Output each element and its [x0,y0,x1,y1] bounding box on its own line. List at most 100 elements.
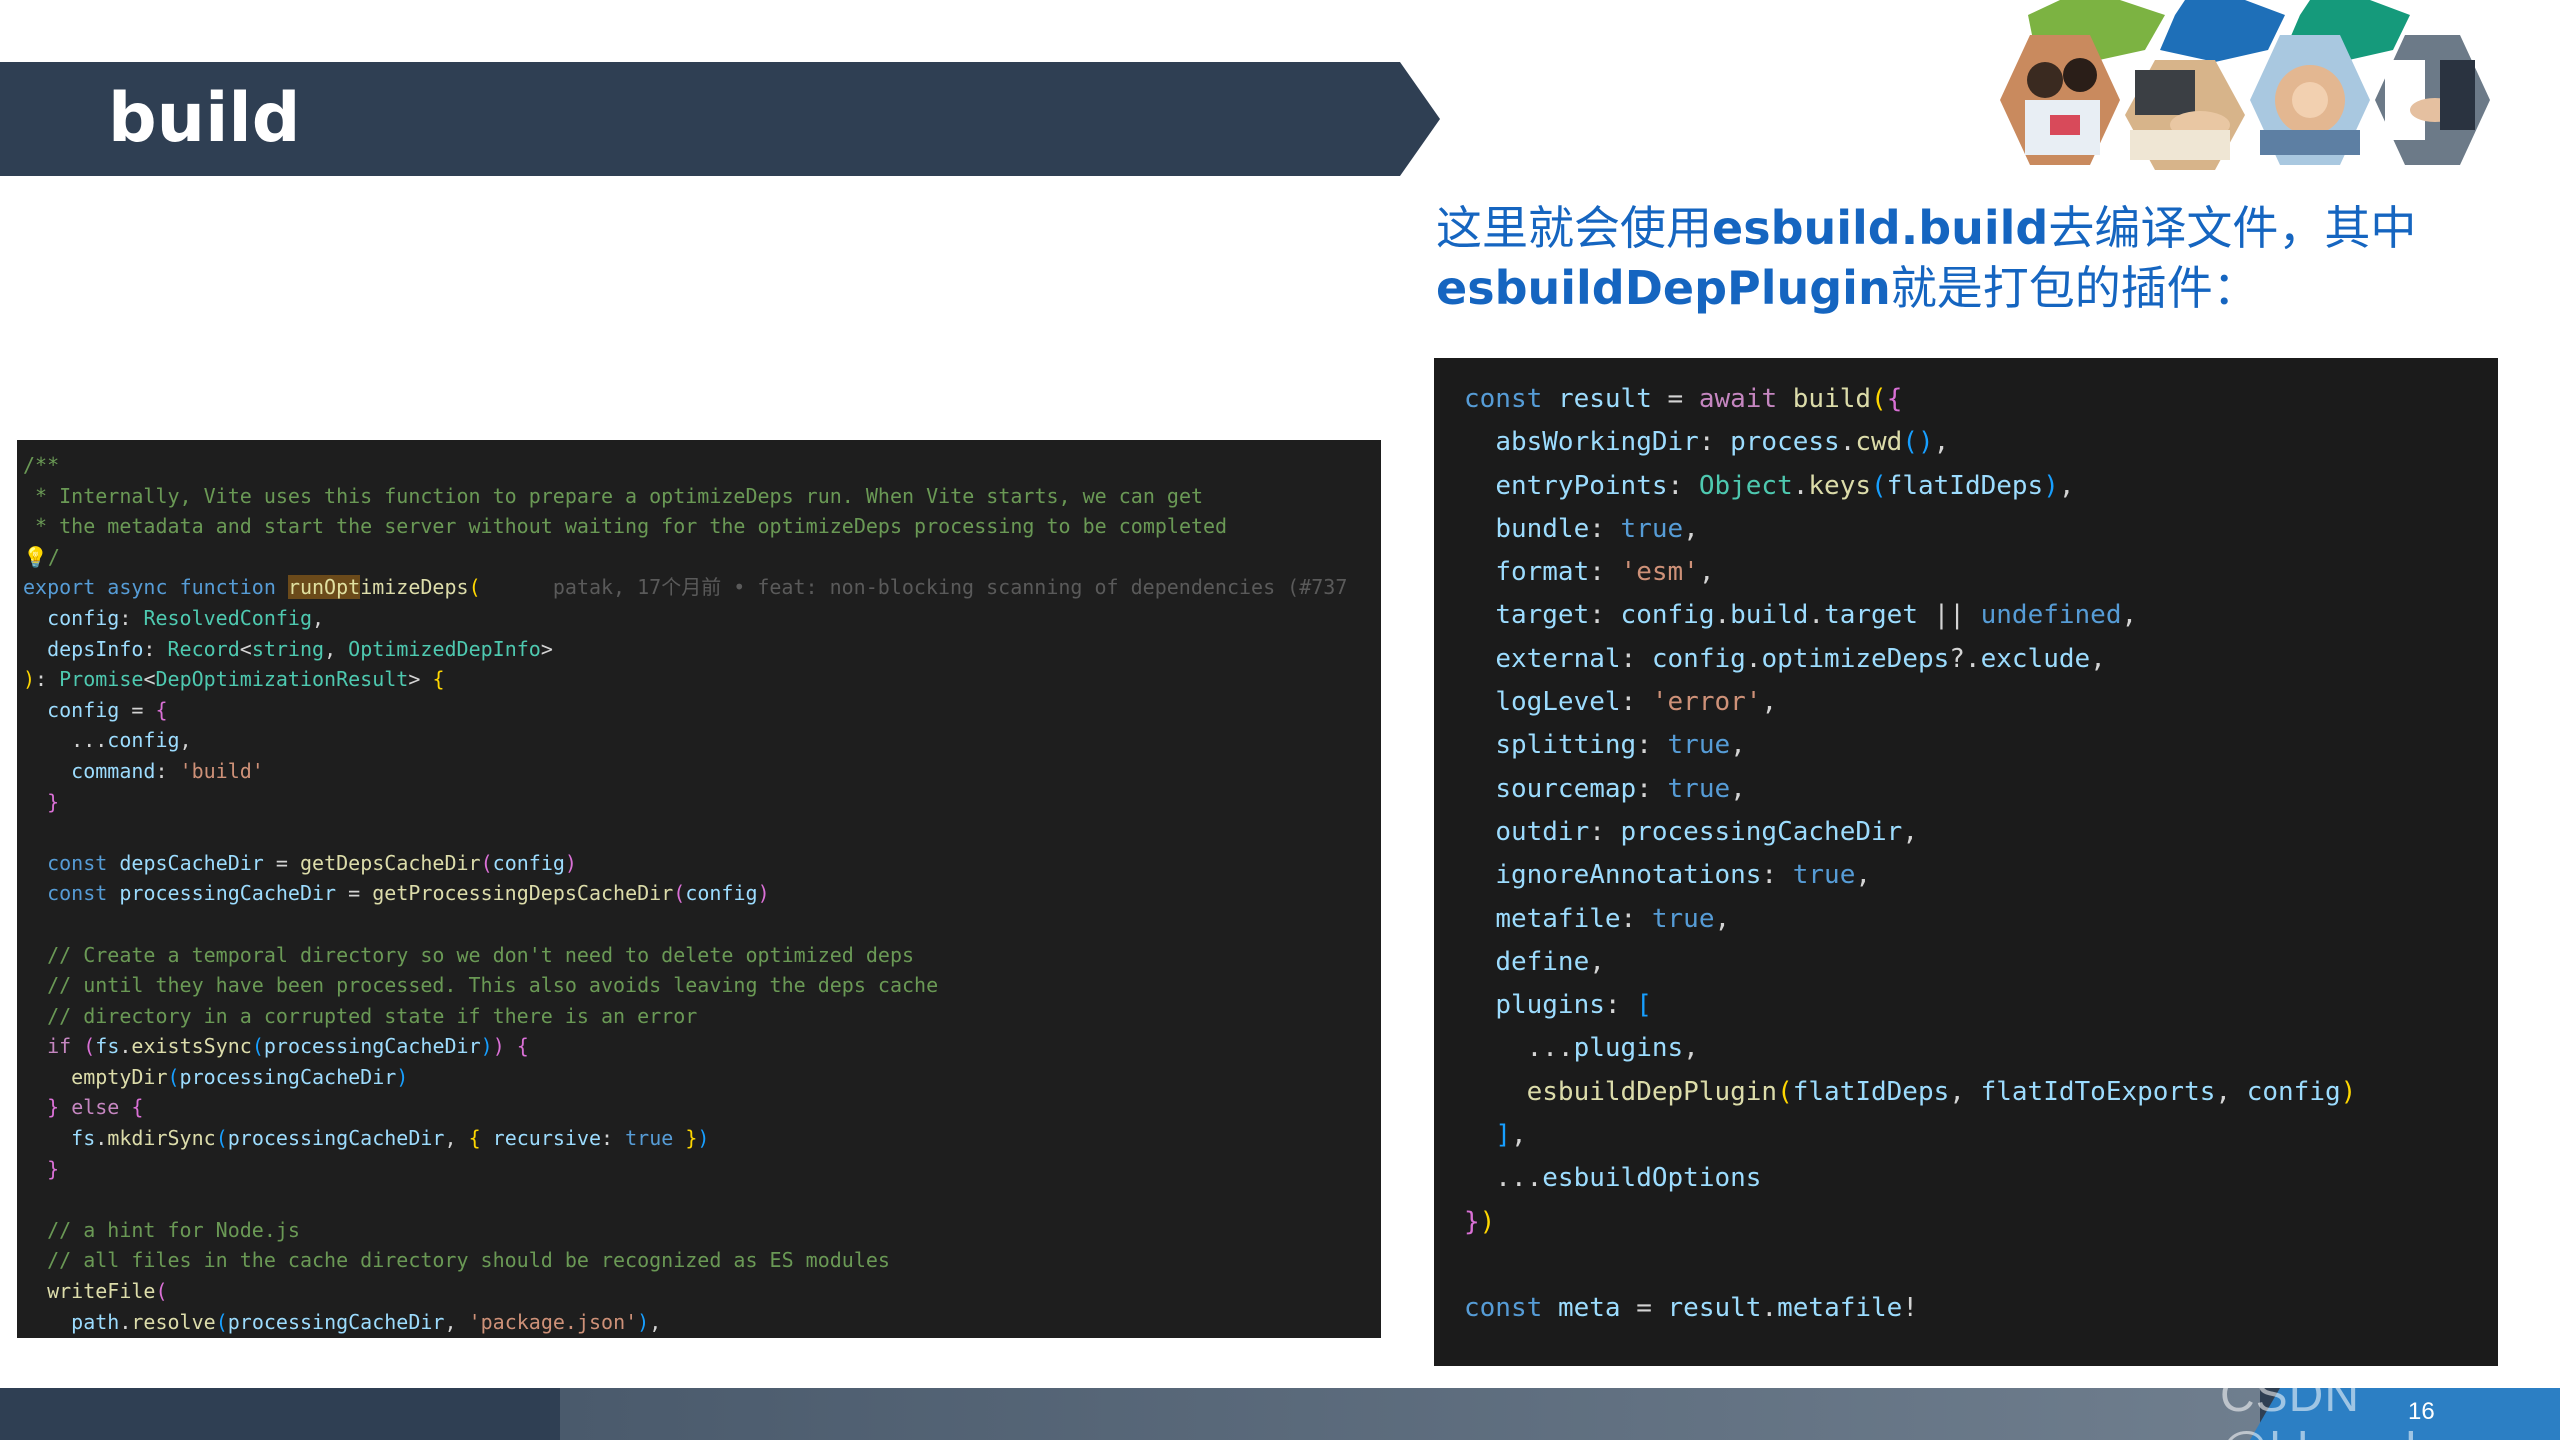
code-token: writeFile [47,1279,156,1304]
code-token: . [1714,600,1731,631]
code-token: logLevel [1495,687,1621,718]
code-token: processingCacheDir [263,1034,481,1059]
code-token: : [1698,427,1731,458]
code-token: OptimizedDepInfo [348,636,541,661]
code-token: ) [396,1064,409,1089]
code-line: }) [1464,1201,2356,1244]
code-token: ( [83,1034,96,1059]
code-token: build [1730,600,1809,631]
code-token: // Create a temporal directory so we don… [23,942,915,967]
code-block: const result = await build({ absWorkingD… [1464,378,2356,1331]
code-token: flatIdDeps [1792,1076,1950,1107]
code-line: const depsCacheDir = getDepsCacheDir(con… [23,848,1347,879]
code-token: Promise [59,667,144,692]
code-token: . [1761,1293,1778,1324]
code-line: ignoreAnnotations: true, [1464,854,2356,897]
code-token: command [71,758,156,783]
code-token: ignoreAnnotations [1495,860,1762,891]
code-token: ) [23,667,36,692]
code-token: , [1761,687,1778,718]
blue-hexagon [2160,0,2285,62]
code-line: const result = await build({ [1464,378,2356,421]
code-token: : [35,667,60,692]
code-token: ... [1464,1163,1543,1194]
code-token: ( [215,1126,228,1151]
code-token: . [1808,600,1825,631]
code-line: * the metadata and start the server with… [23,511,1347,542]
code-token: runOpt [287,575,361,600]
code-token: config [47,697,120,722]
code-token: : [1636,773,1668,804]
code-token: ( [155,1279,168,1304]
code-token: [ [1636,990,1652,1021]
code-token: format [1495,557,1590,588]
code-token: > [540,636,553,661]
code-token: < [239,636,252,661]
code-token: : [1761,860,1793,891]
code-token: depsInfo [47,636,144,661]
code-token: metafile [1777,1293,1903,1324]
code-token: if [47,1034,72,1059]
code-token: sourcemap [1495,773,1637,804]
handshake-deal-photo [2375,35,2490,165]
code-token: ) [2043,470,2059,501]
page-number: 16 [2408,1398,2435,1425]
code-token: , [1949,1076,1981,1107]
code-line: } [23,787,1347,818]
code-token: Object [1698,470,1793,501]
code-line: * Internally, Vite uses this function to… [23,481,1347,512]
code-token: ( [480,850,493,875]
code-token: define [1495,946,1590,977]
code-token: ) [480,1034,493,1059]
code-token: ) [492,1034,505,1059]
code-line: const processingCacheDir = getProcessing… [23,878,1347,909]
code-line: fs.mkdirSync(processingCacheDir, { recur… [23,1123,1347,1154]
code-line: emptyDir(processingCacheDir) [23,1062,1347,1093]
hexagon-collage-image [2000,0,2490,170]
code-token: splitting [1495,730,1637,761]
code-token: absWorkingDir [1495,427,1699,458]
code-line: splitting: true, [1464,724,2356,767]
code-line: ...plugins, [1464,1027,2356,1070]
code-token: , [1902,816,1918,847]
code-line: const meta = result.metafile! [1464,1287,2356,1330]
description-text-2: 去编译文件，其中 [2048,201,2417,255]
code-token: exclude [1980,643,2091,674]
code-token: config [2246,1076,2341,1107]
code-token: existsSync [131,1034,252,1059]
description-text-3: 就是打包的插件： [1890,261,2259,315]
code-token: optimizeDeps [1761,643,1950,674]
code-token: { [155,697,168,722]
code-token: , [1589,946,1605,977]
code-token: { [432,667,445,692]
code-token: target [1824,600,1918,631]
description-keyword-esbuild-dep-plugin: esbuildDepPlugin [1436,261,1891,315]
code-token: . [1792,470,1809,501]
code-token: } [1464,1206,1480,1237]
code-token: . [95,1126,108,1151]
code-line: logLevel: 'error', [1464,681,2356,724]
code-line: esbuildDepPlugin(flatIdDeps, flatIdToExp… [1464,1071,2357,1114]
code-token: metafile [1495,903,1621,934]
code-token: , [2090,643,2106,674]
code-token: , [2215,1076,2247,1107]
code-token: } [47,1156,60,1181]
code-line: outdir: processingCacheDir, [1464,811,2356,854]
